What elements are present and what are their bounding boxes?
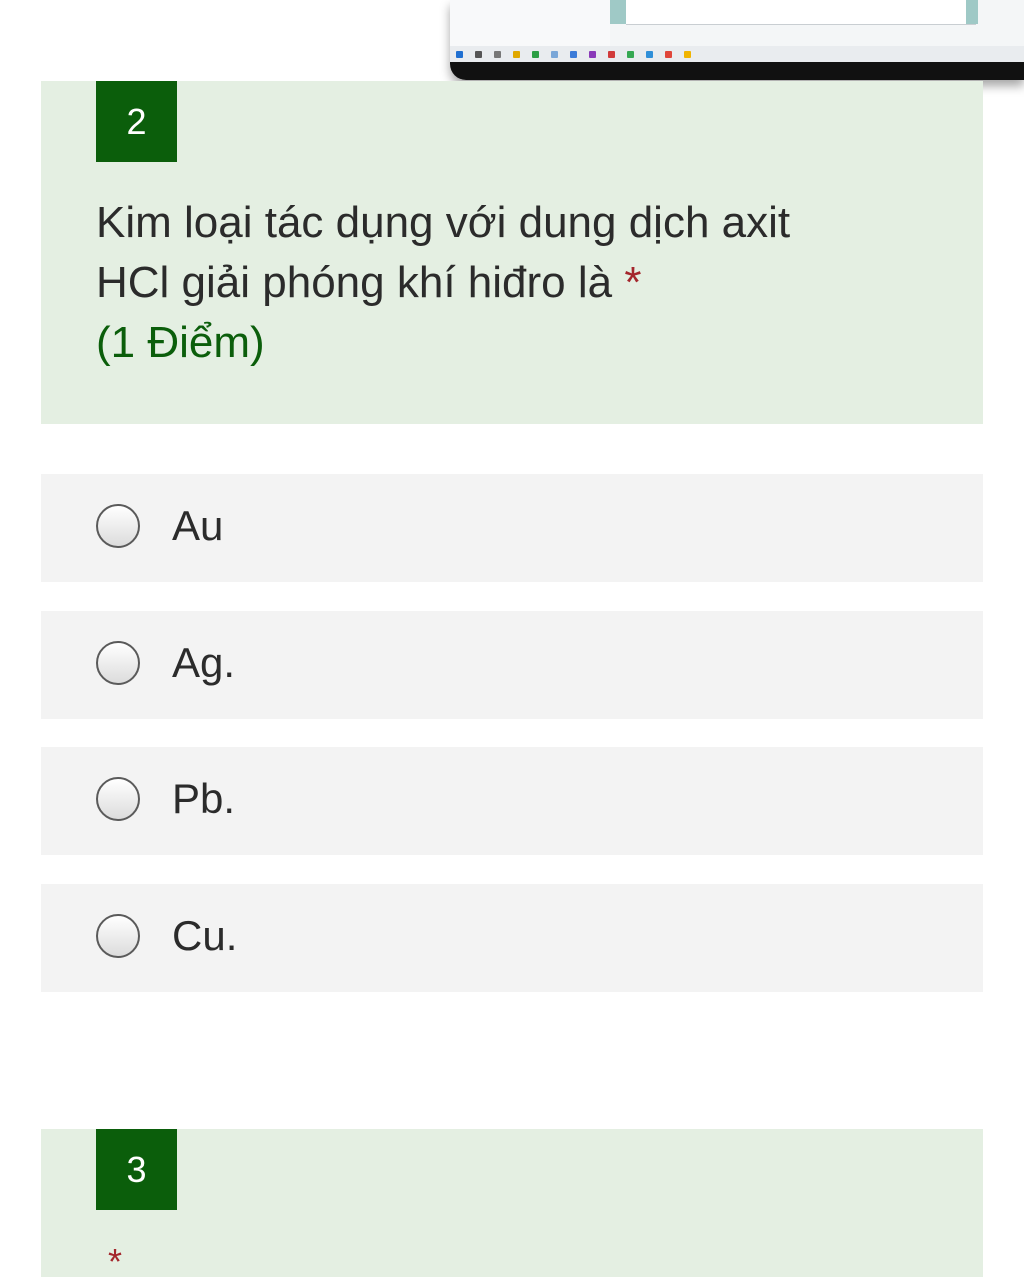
app-icon — [551, 50, 558, 58]
app-icon — [665, 50, 672, 58]
screenshot-thumbnail[interactable] — [450, 0, 1024, 80]
question-text-line1: Kim loại tác dụng với dung dịch axit — [96, 198, 791, 247]
folder-icon — [513, 50, 520, 58]
answer-option-ag[interactable]: Ag. — [41, 611, 983, 719]
question-points: (1 Điểm) — [96, 318, 265, 367]
taskview-icon — [494, 50, 501, 58]
radio-button[interactable] — [96, 504, 140, 548]
answer-option-label: Pb. — [172, 775, 236, 822]
required-asterisk: * — [108, 1241, 123, 1277]
app-icon — [627, 50, 634, 58]
answer-option-label: Au — [172, 502, 224, 549]
answer-option-pb[interactable]: Pb. — [41, 747, 983, 855]
question-text-line2: HCl giải phóng khí hiđro là — [96, 258, 613, 307]
app-icon — [589, 50, 596, 58]
required-asterisk: * — [624, 258, 642, 307]
start-icon — [456, 50, 463, 58]
question-number-badge: 2 — [96, 81, 177, 162]
browser-icon — [646, 50, 653, 58]
store-icon — [532, 50, 539, 58]
radio-button[interactable] — [96, 914, 140, 958]
question-number-badge: 3 — [96, 1129, 177, 1210]
thumbnail-panel-edge-right — [966, 0, 978, 24]
answer-option-label: Ag. — [172, 639, 236, 686]
app-icon — [608, 50, 615, 58]
answer-option-label: Cu. — [172, 912, 238, 959]
thumbnail-document — [626, 0, 976, 25]
answer-option-cu[interactable]: Cu. — [41, 884, 983, 992]
thumbnail-left-panel — [450, 0, 610, 46]
thumbnail-panel-edge — [610, 0, 626, 24]
question-text: Kim loại tác dụng với dung dịch axit HCl… — [96, 193, 876, 313]
thumbnail-bezel — [450, 62, 1024, 80]
thumbnail-window — [450, 0, 1024, 46]
radio-button[interactable] — [96, 641, 140, 685]
search-icon — [475, 50, 482, 58]
thumbnail-taskbar — [450, 46, 1024, 62]
answer-option-au[interactable]: Au — [41, 474, 983, 582]
next-question-card: 3 * — [41, 1129, 983, 1277]
radio-button[interactable] — [96, 777, 140, 821]
app-icon — [570, 50, 577, 58]
chrome-icon — [684, 50, 691, 58]
question-card: 2 Kim loại tác dụng với dung dịch axit H… — [41, 81, 983, 424]
